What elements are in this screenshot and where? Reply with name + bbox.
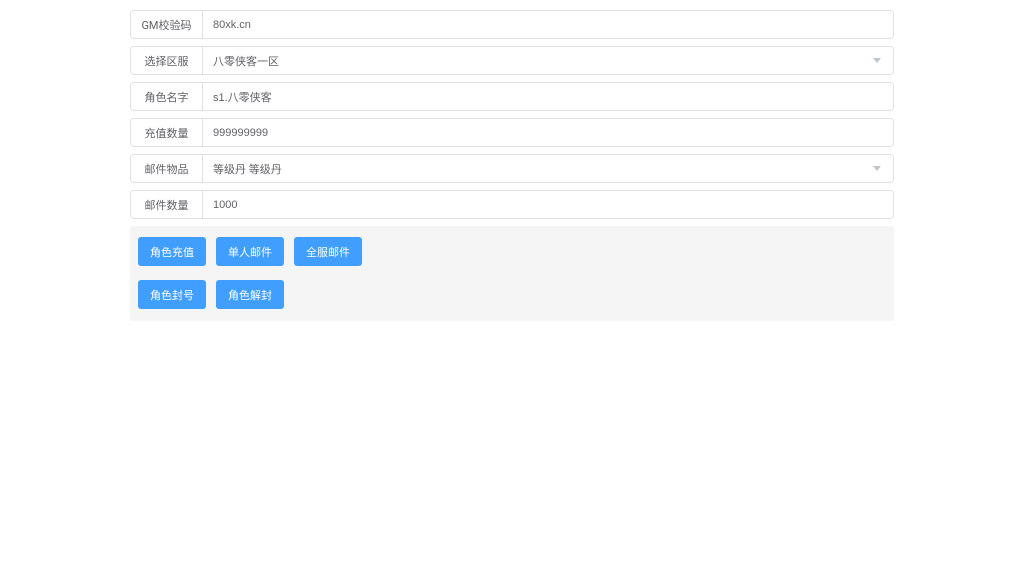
role-name-input[interactable] [203, 83, 893, 110]
mail-quantity-row: 邮件数量 [130, 190, 894, 219]
single-mail-button[interactable]: 单人邮件 [216, 237, 284, 266]
role-ban-button[interactable]: 角色封号 [138, 280, 206, 309]
server-label: 选择区服 [131, 47, 203, 74]
role-name-row: 角色名字 [130, 82, 894, 111]
role-recharge-button[interactable]: 角色充值 [138, 237, 206, 266]
mail-item-row: 邮件物品 等级丹 等级丹 [130, 154, 894, 183]
chevron-down-icon [873, 58, 881, 63]
mail-item-select[interactable]: 等级丹 等级丹 [203, 155, 893, 182]
server-row: 选择区服 八零侠客一区 [130, 46, 894, 75]
server-select-value: 八零侠客一区 [213, 53, 279, 69]
button-row-1: 角色充值 单人邮件 全服邮件 [138, 237, 886, 266]
role-unban-button[interactable]: 角色解封 [216, 280, 284, 309]
server-select[interactable]: 八零侠客一区 [203, 47, 893, 74]
button-panel: 角色充值 单人邮件 全服邮件 角色封号 角色解封 [130, 226, 894, 321]
chevron-down-icon [873, 166, 881, 171]
gm-code-row: GM校验码 [130, 10, 894, 39]
mail-quantity-label: 邮件数量 [131, 191, 203, 218]
mail-item-select-value: 等级丹 等级丹 [213, 161, 282, 177]
admin-form-container: GM校验码 选择区服 八零侠客一区 角色名字 充值数量 邮件物品 等级丹 等级丹… [130, 0, 894, 321]
role-name-label: 角色名字 [131, 83, 203, 110]
recharge-amount-row: 充值数量 [130, 118, 894, 147]
button-row-2: 角色封号 角色解封 [138, 280, 886, 309]
gm-code-label: GM校验码 [131, 11, 203, 38]
recharge-amount-input[interactable] [203, 119, 893, 146]
recharge-amount-label: 充值数量 [131, 119, 203, 146]
gm-code-input[interactable] [203, 11, 893, 38]
server-mail-button[interactable]: 全服邮件 [294, 237, 362, 266]
mail-quantity-input[interactable] [203, 191, 893, 218]
mail-item-label: 邮件物品 [131, 155, 203, 182]
